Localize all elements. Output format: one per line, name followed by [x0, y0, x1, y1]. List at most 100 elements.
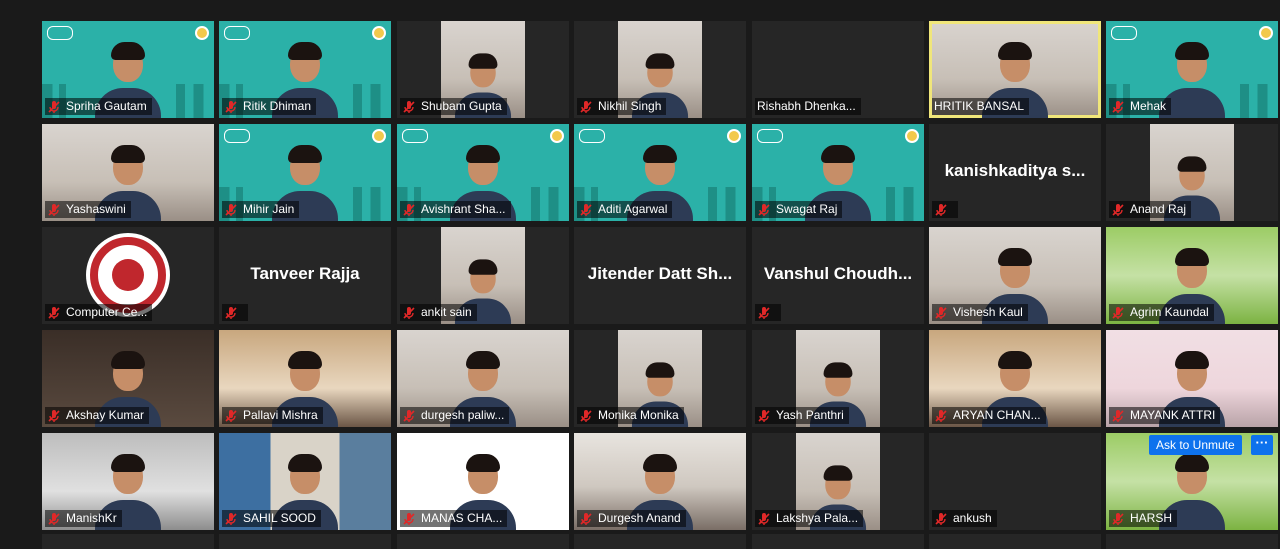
- microphone-muted-icon: [757, 203, 771, 217]
- participant-name: HARSH: [1130, 511, 1173, 525]
- badge-icon: [372, 129, 386, 143]
- participant-tile[interactable]: Pallavi Mishra: [219, 330, 391, 427]
- participant-tile[interactable]: Ritik Dhiman: [219, 21, 391, 118]
- participant-tile[interactable]: Spriha Gautam: [42, 21, 214, 118]
- participant-tile[interactable]: ManishKr: [42, 433, 214, 530]
- participant-tile[interactable]: ankit sain: [397, 227, 569, 324]
- participant-tile[interactable]: Anand Raj: [1106, 124, 1278, 221]
- participant-tile-partial[interactable]: [397, 534, 569, 549]
- participant-tile[interactable]: Vanshul Choudh...: [752, 227, 924, 324]
- participant-name-label: Spriha Gautam: [45, 98, 152, 115]
- participant-name: Avishrant Sha...: [421, 202, 506, 216]
- microphone-muted-icon: [1111, 203, 1125, 217]
- participant-tile[interactable]: Tanveer Rajja: [219, 227, 391, 324]
- microphone-muted-icon: [757, 512, 771, 526]
- participant-name: Agrim Kaundal: [1130, 305, 1209, 319]
- participant-tile[interactable]: ARYAN CHAN...: [929, 330, 1101, 427]
- participant-tile[interactable]: Mihir Jain: [219, 124, 391, 221]
- club-logo-icon: [757, 129, 783, 143]
- more-options-button[interactable]: ···: [1251, 435, 1273, 455]
- participant-tile[interactable]: Jitender Datt Sh...: [574, 227, 746, 324]
- participant-display-name: Vanshul Choudh...: [763, 264, 913, 283]
- participant-tile[interactable]: Lakshya Pala...: [752, 433, 924, 530]
- participant-name: ARYAN CHAN...: [953, 408, 1041, 422]
- participant-name: Aditi Agarwal: [598, 202, 668, 216]
- microphone-muted-icon: [579, 100, 593, 114]
- participant-tile[interactable]: Avishrant Sha...: [397, 124, 569, 221]
- participant-tile-partial[interactable]: [1106, 534, 1278, 549]
- participant-name-label: Computer Ce...: [45, 304, 153, 321]
- participant-tile[interactable]: MAYANK ATTRI: [1106, 330, 1278, 427]
- participant-tile[interactable]: Aditi Agarwal: [574, 124, 746, 221]
- participant-name-label: Lakshya Pala...: [755, 510, 864, 527]
- participant-display-name: kanishkaditya s...: [944, 161, 1086, 180]
- participant-tile[interactable]: Mehak: [1106, 21, 1278, 118]
- participant-name: MANAS CHA...: [421, 511, 503, 525]
- participant-tile-partial[interactable]: [752, 534, 924, 549]
- participant-name: Yash Panthri: [776, 408, 844, 422]
- microphone-muted-icon: [934, 203, 948, 217]
- badge-icon: [905, 129, 919, 143]
- club-logo-icon: [402, 129, 428, 143]
- ask-to-unmute-button[interactable]: Ask to Unmute: [1149, 435, 1242, 455]
- badge-icon: [1259, 26, 1273, 40]
- participant-name: Spriha Gautam: [66, 99, 147, 113]
- microphone-muted-icon: [402, 203, 416, 217]
- participant-name: Vishesh Kaul: [953, 305, 1023, 319]
- participant-tile[interactable]: Akshay Kumar: [42, 330, 214, 427]
- participant-name-label: Swagat Raj: [755, 201, 843, 218]
- microphone-muted-icon: [1111, 100, 1125, 114]
- microphone-muted-icon: [579, 203, 593, 217]
- participant-tile[interactable]: MANAS CHA...: [397, 433, 569, 530]
- participant-name-label: HRITIK BANSAL: [932, 98, 1030, 115]
- participant-name-label: [222, 304, 248, 321]
- participant-name-label: Agrim Kaundal: [1109, 304, 1214, 321]
- microphone-muted-icon: [1111, 306, 1125, 320]
- participant-display-name: Tanveer Rajja: [250, 264, 360, 283]
- participant-tile[interactable]: kanishkaditya s...: [929, 124, 1101, 221]
- participant-name-label: Pallavi Mishra: [222, 407, 323, 424]
- participant-tile[interactable]: Monika Monika: [574, 330, 746, 427]
- participant-tile[interactable]: Nikhil Singh: [574, 21, 746, 118]
- participant-name: ankit sain: [421, 305, 472, 319]
- participant-tile[interactable]: Agrim Kaundal: [1106, 227, 1278, 324]
- participant-tile[interactable]: Swagat Raj: [752, 124, 924, 221]
- badge-icon: [372, 26, 386, 40]
- participant-tile[interactable]: Computer Ce...: [42, 227, 214, 324]
- club-logo-icon: [579, 129, 605, 143]
- participant-tile[interactable]: Yash Panthri: [752, 330, 924, 427]
- microphone-muted-icon: [47, 306, 61, 320]
- participant-tile[interactable]: SAHIL SOOD: [219, 433, 391, 530]
- participant-tile[interactable]: Rishabh Dhenka...: [752, 21, 924, 118]
- participant-name-label: Shubam Gupta: [400, 98, 507, 115]
- microphone-muted-icon: [224, 409, 238, 423]
- participant-name: HRITIK BANSAL: [934, 99, 1025, 113]
- participant-name: Yashaswini: [66, 202, 126, 216]
- participant-name-label: [932, 201, 958, 218]
- participant-tile[interactable]: Durgesh Anand: [574, 433, 746, 530]
- microphone-muted-icon: [224, 203, 238, 217]
- participant-tile[interactable]: Shubam Gupta: [397, 21, 569, 118]
- microphone-muted-icon: [1111, 409, 1125, 423]
- participant-tile[interactable]: durgesh paliw...: [397, 330, 569, 427]
- participant-gallery: Spriha Gautam Ritik Dhiman Shubam Gupta Nik…: [0, 0, 1280, 549]
- participant-tile-partial[interactable]: [929, 534, 1101, 549]
- participant-tile[interactable]: HRITIK BANSAL: [929, 21, 1101, 118]
- participant-tile[interactable]: Yashaswini: [42, 124, 214, 221]
- microphone-muted-icon: [934, 512, 948, 526]
- participant-tile-partial[interactable]: [574, 534, 746, 549]
- participant-tile-partial[interactable]: [42, 534, 214, 549]
- participant-name: SAHIL SOOD: [243, 511, 316, 525]
- microphone-muted-icon: [757, 306, 771, 320]
- microphone-muted-icon: [1111, 512, 1125, 526]
- participant-name-label: durgesh paliw...: [400, 407, 510, 424]
- participant-name-label: Avishrant Sha...: [400, 201, 511, 218]
- participant-tile-partial[interactable]: [219, 534, 391, 549]
- participant-name-label: Yash Panthri: [755, 407, 849, 424]
- microphone-muted-icon: [224, 512, 238, 526]
- participant-tile[interactable]: ankush: [929, 433, 1101, 530]
- participant-video: [1159, 38, 1225, 118]
- participant-tile[interactable]: Vishesh Kaul: [929, 227, 1101, 324]
- participant-name-label: Mihir Jain: [222, 201, 300, 218]
- badge-icon: [727, 129, 741, 143]
